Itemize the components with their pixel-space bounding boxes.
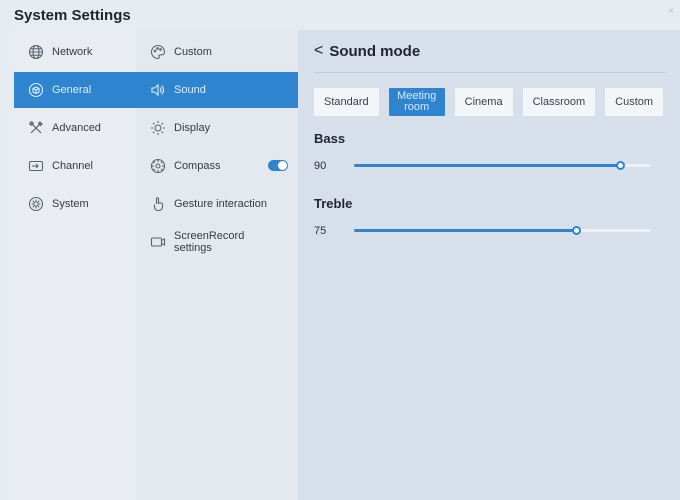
submenu-item-label: Display — [174, 122, 211, 134]
settings-window: System Settings × Network General Advanc… — [0, 0, 680, 500]
globe-icon — [28, 44, 44, 60]
sidebar-item-system[interactable]: System — [14, 186, 136, 222]
cube-icon — [28, 82, 44, 98]
compass-icon — [150, 158, 166, 174]
panel-header: < Sound mode — [314, 42, 420, 60]
hand-icon — [150, 196, 166, 212]
sidebar-item-advanced[interactable]: Advanced — [14, 110, 136, 146]
sidebar-item-label: Network — [52, 46, 93, 58]
treble-value: 75 — [314, 225, 327, 237]
header-divider — [314, 72, 666, 73]
submenu-item-display[interactable]: Display — [136, 110, 298, 146]
submenu-item-label: Compass — [174, 160, 221, 172]
submenu-item-sound[interactable]: Sound — [136, 72, 298, 108]
sidebar-item-general[interactable]: General — [14, 72, 136, 108]
submenu-item-screenrecord-settings[interactable]: ScreenRecord settings — [136, 224, 298, 260]
tab-standard[interactable]: Standard — [314, 88, 379, 116]
treble-slider[interactable] — [354, 226, 650, 235]
input-icon — [28, 158, 44, 174]
speaker-icon — [150, 82, 166, 98]
treble-label: Treble — [314, 196, 353, 211]
tab-custom[interactable]: Custom — [605, 88, 664, 116]
submenu-item-gesture-interaction[interactable]: Gesture interaction — [136, 186, 298, 222]
submenu-item-compass[interactable]: Compass — [136, 148, 298, 184]
bass-value: 90 — [314, 160, 327, 172]
tab-classroom[interactable]: Classroom — [522, 88, 596, 116]
bass-slider-thumb[interactable] — [616, 161, 626, 170]
submenu-item-label: ScreenRecord settings — [174, 230, 245, 254]
window-title: System Settings — [14, 7, 131, 24]
gear-icon — [28, 196, 44, 212]
back-icon[interactable]: < — [314, 42, 323, 60]
submenu: Custom Sound Display Compass Gesture int… — [136, 30, 298, 500]
sun-icon — [150, 120, 166, 136]
sidebar-item-channel[interactable]: Channel — [14, 148, 136, 184]
sidebar-item-label: Channel — [52, 160, 93, 172]
sidebar-item-label: System — [52, 198, 89, 210]
record-icon — [150, 234, 166, 250]
bass-slider[interactable] — [354, 161, 650, 170]
bass-label: Bass — [314, 131, 346, 146]
sound-mode-panel: < Sound mode Standard Meeting room Cinem… — [298, 30, 680, 500]
submenu-item-label: Sound — [174, 84, 206, 96]
submenu-item-label: Custom — [174, 46, 212, 58]
bass-slider-fill — [354, 164, 621, 167]
sound-mode-tabs: Standard Meeting room Cinema Classroom C… — [314, 88, 664, 116]
palette-icon — [150, 44, 166, 60]
panel-title: Sound mode — [329, 42, 421, 60]
tab-cinema[interactable]: Cinema — [454, 88, 513, 116]
sidebar: Network General Advanced Channel System — [14, 30, 136, 500]
tab-meeting-room[interactable]: Meeting room — [388, 88, 445, 116]
submenu-item-label: Gesture interaction — [174, 198, 267, 210]
sidebar-item-label: Advanced — [52, 122, 101, 134]
treble-slider-fill — [354, 229, 576, 232]
tools-icon — [28, 120, 44, 136]
submenu-item-custom[interactable]: Custom — [136, 34, 298, 70]
title-bar: System Settings × — [0, 0, 680, 30]
compass-toggle[interactable] — [268, 160, 288, 171]
close-icon[interactable]: × — [668, 6, 674, 17]
treble-slider-thumb[interactable] — [572, 226, 581, 235]
sidebar-item-network[interactable]: Network — [14, 34, 136, 70]
sidebar-item-label: General — [52, 84, 92, 96]
